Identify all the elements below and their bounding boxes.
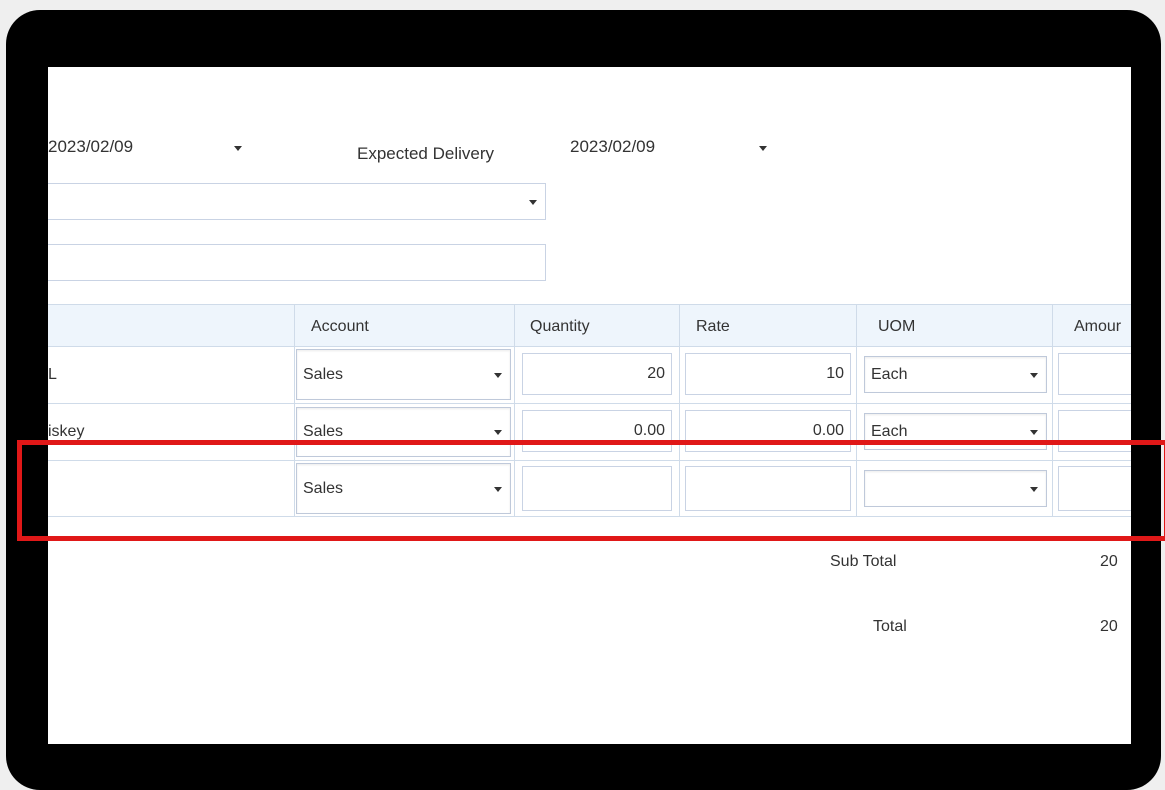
quantity-value: 20 [647, 365, 665, 382]
subtotal-label: Sub Total [830, 553, 897, 570]
item-name[interactable]: iskey [48, 423, 84, 441]
account-value: Sales [303, 479, 344, 497]
header-select[interactable] [48, 183, 546, 220]
amount-input[interactable] [1058, 353, 1131, 395]
uom-select[interactable] [864, 470, 1047, 507]
total-value: 20 [1100, 618, 1118, 635]
caret-down-icon [494, 486, 502, 492]
item-name[interactable]: L [48, 366, 57, 384]
app-screen: 2023/02/09 Expected Delivery 2023/02/09 … [48, 67, 1131, 744]
amount-input[interactable] [1058, 410, 1131, 452]
total-label: Total [873, 618, 907, 635]
uom-select[interactable]: Each [864, 356, 1047, 393]
caret-down-icon [1030, 429, 1038, 435]
uom-value: Each [871, 422, 908, 440]
col-quantity: Quantity [530, 318, 590, 335]
expected-delivery-label: Expected Delivery [357, 144, 495, 163]
quantity-input[interactable]: 0.00 [522, 410, 672, 452]
header-select-caret-down-icon [529, 200, 537, 205]
account-value: Sales [303, 423, 344, 440]
row-divider [48, 460, 1131, 461]
account-select[interactable]: Sales [296, 407, 511, 457]
caret-down-icon [494, 430, 502, 435]
col-divider [1052, 304, 1053, 517]
col-divider [294, 304, 295, 517]
expected-delivery-value[interactable]: 2023/02/09 [570, 137, 655, 157]
account-value: Sales [303, 365, 344, 383]
rate-input[interactable] [685, 466, 851, 511]
row-divider [48, 516, 1131, 517]
uom-select[interactable]: Each [864, 413, 1047, 450]
rate-value: 0.00 [812, 422, 844, 439]
expected-delivery-caret-down-icon[interactable] [759, 146, 767, 151]
caret-down-icon [494, 372, 502, 378]
amount-input[interactable] [1058, 466, 1131, 511]
col-divider [856, 304, 857, 517]
rate-input[interactable]: 10 [685, 353, 851, 395]
caret-down-icon [1030, 372, 1038, 378]
caret-down-icon [1030, 486, 1038, 492]
rate-input[interactable]: 0.00 [685, 410, 851, 452]
device-frame: 2023/02/09 Expected Delivery 2023/02/09 … [6, 10, 1161, 790]
order-date-value[interactable]: 2023/02/09 [48, 137, 133, 157]
col-uom: UOM [878, 318, 916, 335]
quantity-input[interactable]: 20 [522, 353, 672, 395]
rate-value: 10 [826, 365, 844, 382]
table-header: Account Quantity Rate UOM Amour [48, 304, 1131, 347]
col-account: Account [311, 318, 369, 335]
uom-value: Each [871, 365, 908, 383]
order-date-caret-down-icon[interactable] [234, 146, 242, 151]
col-amount: Amour [1074, 318, 1122, 335]
row-divider [48, 403, 1131, 404]
header-text-input[interactable] [48, 244, 546, 281]
quantity-value: 0.00 [633, 422, 665, 439]
col-rate: Rate [696, 318, 730, 335]
subtotal-value: 20 [1100, 553, 1118, 570]
account-select[interactable]: Sales [296, 349, 511, 400]
quantity-input[interactable] [522, 466, 672, 511]
col-divider [514, 304, 515, 517]
account-select[interactable]: Sales [296, 463, 511, 514]
col-divider [679, 304, 680, 517]
